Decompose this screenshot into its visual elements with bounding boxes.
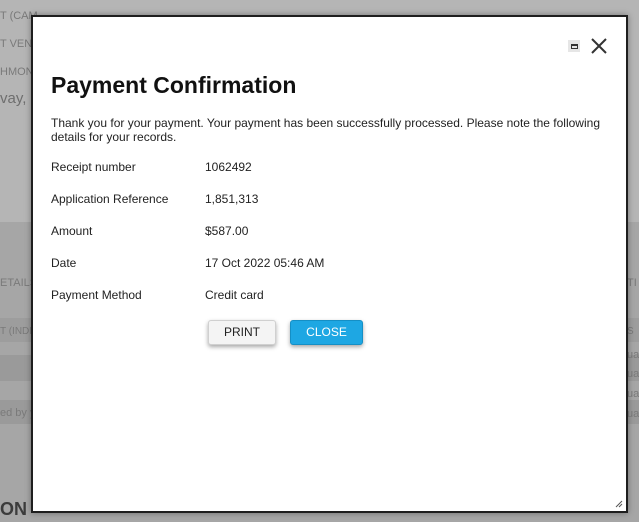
window-controls: [568, 37, 608, 55]
maximize-icon[interactable]: [568, 40, 580, 52]
print-button[interactable]: PRINT: [208, 320, 276, 345]
detail-label: Date: [51, 256, 77, 270]
detail-value: 1,851,313: [205, 192, 259, 206]
close-icon[interactable]: [590, 37, 608, 55]
detail-label: Payment Method: [51, 288, 142, 302]
detail-value: 1062492: [205, 160, 252, 174]
background-text: ua: [627, 349, 639, 361]
dialog-title: Payment Confirmation: [51, 72, 297, 98]
payment-confirmation-dialog: Payment Confirmation Thank you for your …: [31, 15, 628, 513]
background-text: S: [627, 326, 634, 337]
background-heading: ON: [0, 499, 27, 519]
close-button[interactable]: CLOSE: [290, 320, 363, 345]
confirmation-message: Thank you for your payment. Your payment…: [51, 116, 600, 144]
detail-label: Application Reference: [51, 192, 169, 206]
detail-label: Receipt number: [51, 160, 136, 174]
background-text: HMON: [0, 66, 34, 78]
background-text: TI: [627, 277, 637, 289]
background-text: ua: [627, 408, 639, 420]
background-text: T VEN: [0, 38, 33, 50]
background-text: ua: [627, 388, 639, 400]
background-text: ua: [627, 368, 639, 380]
resize-grip-icon[interactable]: [613, 498, 623, 508]
detail-value: Credit card: [205, 288, 264, 302]
detail-value: 17 Oct 2022 05:46 AM: [205, 256, 325, 270]
detail-label: Amount: [51, 224, 93, 238]
detail-value: $587.00: [205, 224, 249, 238]
